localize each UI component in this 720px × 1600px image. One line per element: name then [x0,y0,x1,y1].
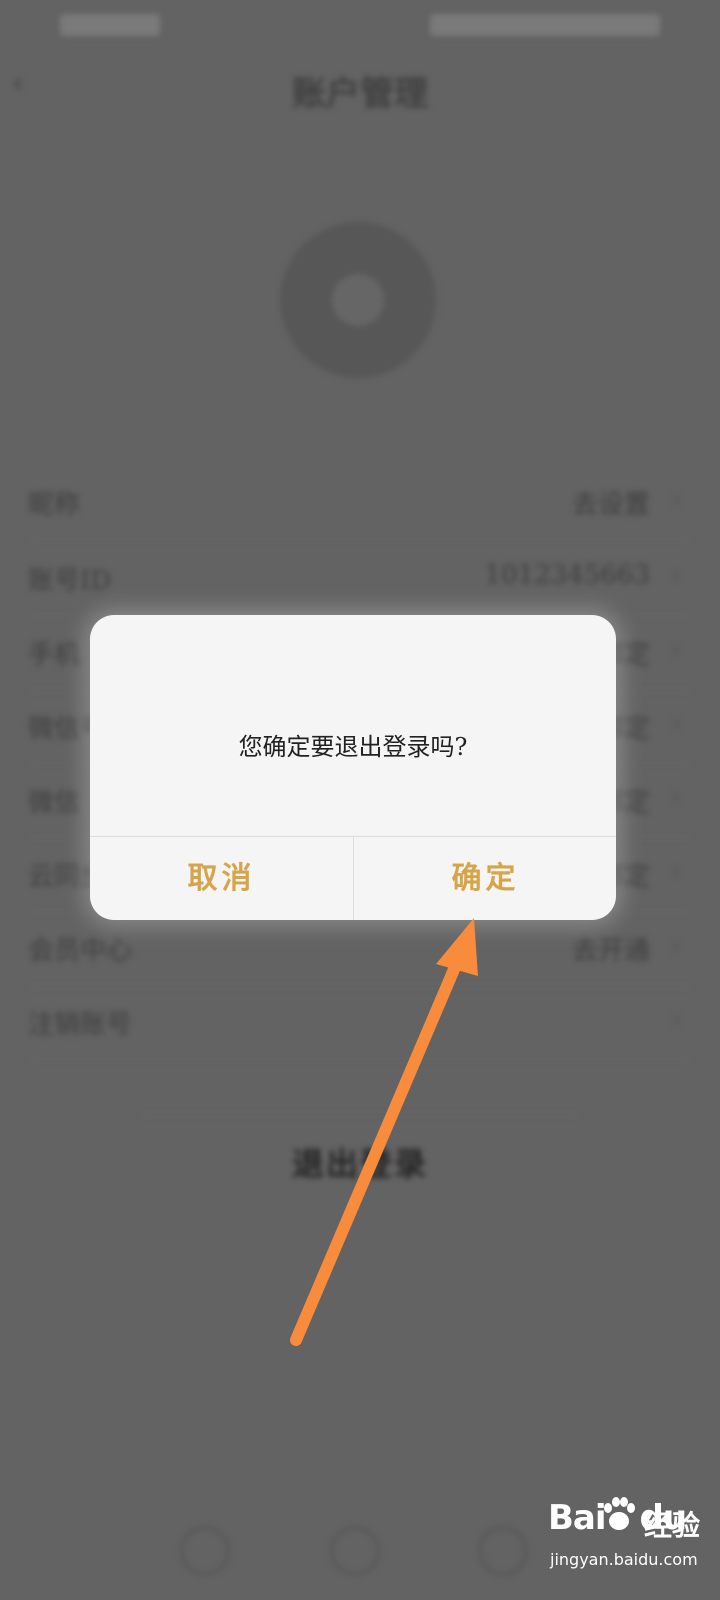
list-row-nickname[interactable]: 昵称 去设置 › [28,464,692,541]
watermark-suffix: 经验 [644,1509,701,1542]
row-value: 去设置 [571,490,650,520]
nav-home-icon[interactable] [330,1526,380,1576]
nav-bar: ‹ 账户管理 [0,50,720,120]
chevron-right-icon: › [670,558,682,591]
chevron-right-icon: › [670,780,682,813]
chevron-right-icon: › [670,632,682,665]
chevron-right-icon: › [670,854,682,887]
avatar[interactable] [280,222,436,378]
chevron-right-icon: › [670,482,682,515]
screen: ‹ 账户管理 昵称 去设置 › 账号ID 1012345663 › 手机 未绑定… [0,0,720,1600]
row-label: 账号ID [28,566,112,596]
row-label: 微信 [28,788,81,818]
list-row-delete-account[interactable]: 注销账号 › [28,984,692,1061]
row-label: 注销账号 [28,1010,133,1040]
status-left-indicators [60,14,160,36]
chevron-right-icon: › [670,1002,682,1035]
status-right-indicators [430,14,660,36]
row-label: 昵称 [28,490,81,520]
nav-back-icon[interactable] [180,1526,230,1576]
avatar-placeholder-icon [332,274,384,326]
watermark-url: jingyan.baidu.com [550,1550,698,1569]
page-title: 账户管理 [292,74,428,114]
row-label: 会员中心 [28,936,133,966]
status-bar [0,0,720,50]
row-label: 手机 [28,640,81,670]
list-row-account-id[interactable]: 账号ID 1012345663 › [28,540,692,617]
chevron-right-icon: › [670,706,682,739]
logout-confirm-dialog: 您确定要退出登录吗? 取消 确定 [90,615,616,920]
cancel-button[interactable]: 取消 [90,837,353,920]
list-row-vip-center[interactable]: 会员中心 去开通 › [28,910,692,987]
confirm-button[interactable]: 确定 [354,837,616,920]
dialog-message: 您确定要退出登录吗? [238,733,468,761]
nav-recents-icon[interactable] [478,1526,528,1576]
chevron-right-icon: › [670,928,682,961]
row-value: 1012345663 [484,560,650,590]
baidu-jingyan-watermark: Bai du 经验 jingyan.baidu.com [548,1490,713,1590]
baidu-paw-icon [604,1497,635,1530]
logout-button[interactable]: 退出登录 [140,1139,580,1185]
logout-section: 退出登录 [140,1114,580,1225]
row-value: 去开通 [571,936,650,966]
